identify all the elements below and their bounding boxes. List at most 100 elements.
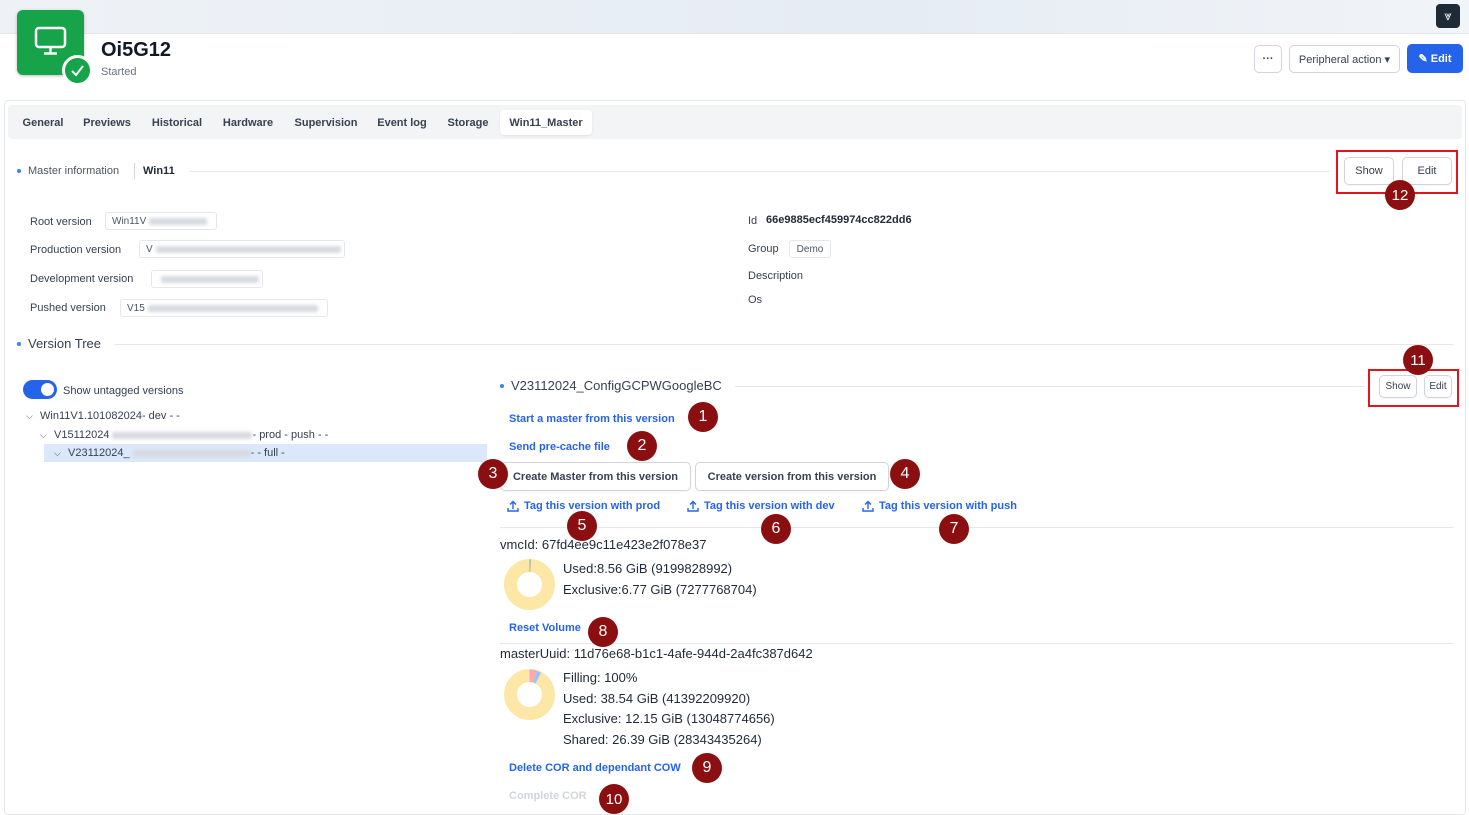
tag-dev-link[interactable]: Tag this version with dev [687, 500, 835, 512]
vmc-used: Used:8.56 GiB (9199828992) [563, 561, 733, 576]
tab-general[interactable]: General [14, 110, 72, 135]
version-title: V23112024_ConfigGCPWGoogleBC [511, 378, 722, 393]
annotation-marker: 8 [588, 617, 618, 647]
group-chip: Demo [789, 240, 831, 258]
id-label: Id [748, 215, 758, 227]
production-version-label: Production version [30, 244, 122, 256]
edit-vm-button[interactable]: ✎ Edit [1407, 44, 1463, 73]
tag-push-link[interactable]: Tag this version with push [862, 500, 1017, 512]
annotation-marker: 1 [688, 402, 718, 432]
development-version-chip [151, 270, 263, 288]
production-version-value: V [146, 243, 153, 255]
master-used: Used: 38.54 GiB (41392209920) [563, 691, 751, 706]
tree-node-name: Win11V1.101082024 [40, 410, 142, 422]
section-bullet [17, 342, 21, 346]
upload-icon [507, 500, 519, 512]
pushed-version-chip: V15 [120, 299, 328, 317]
tree-node-tags: - - full - [250, 447, 285, 459]
peripheral-action-dropdown[interactable]: Peripheral action ▾ [1289, 45, 1400, 73]
annotation-marker: 12 [1385, 180, 1415, 210]
vm-name: Oi5G12 [101, 39, 172, 61]
master-exclusive: Exclusive: 12.15 GiB (13048774656) [563, 711, 775, 726]
tree-node-name: V23112024_ [68, 447, 130, 459]
pushed-version-label: Pushed version [30, 302, 106, 314]
tag-dev-label: Tag this version with dev [704, 500, 835, 512]
divider [500, 527, 1453, 528]
root-version-value: Win11V [112, 215, 147, 227]
tab-supervision[interactable]: Supervision [287, 110, 365, 135]
annotation-marker: 11 [1403, 345, 1433, 375]
chevron-down-icon[interactable]: ⌵ [40, 430, 54, 441]
group-label: Group [748, 243, 779, 255]
tag-push-label: Tag this version with push [879, 500, 1017, 512]
tag-prod-label: Tag this version with prod [524, 500, 661, 512]
vm-status: Started [101, 66, 137, 78]
annotation-marker: 3 [478, 459, 508, 489]
section-line [735, 386, 1365, 387]
create-version-button[interactable]: Create version from this version [695, 462, 889, 491]
annotation-marker: 6 [761, 514, 791, 544]
top-banner [0, 0, 1469, 34]
annotation-marker: 10 [599, 784, 629, 814]
reset-volume-link[interactable]: Reset Volume [509, 622, 581, 634]
annotation-marker: 7 [939, 514, 969, 544]
tab-win11-master[interactable]: Win11_Master [500, 110, 592, 135]
redacted-text [112, 431, 253, 439]
vmcid-line: vmcId: 67fd4ee9c11e423e2f078e37 [500, 537, 707, 552]
tree-node-tags: - dev - - [141, 410, 180, 422]
start-master-link[interactable]: Start a master from this version [509, 413, 675, 425]
root-version-chip: Win11V [105, 212, 217, 230]
os-label: Os [748, 294, 763, 306]
tree-node[interactable]: ⌵ Win11V1.101082024 - dev - - [26, 409, 180, 423]
development-version-label: Development version [30, 273, 134, 285]
version-tree-label: Version Tree [28, 336, 101, 351]
divider [134, 163, 135, 179]
description-label: Description [748, 270, 804, 282]
chevron-down-icon[interactable]: ⌵ [54, 448, 68, 459]
divider [500, 643, 1453, 644]
delete-cor-link[interactable]: Delete COR and dependant COW [509, 762, 681, 774]
annotation-marker: 4 [890, 459, 920, 489]
section-line [190, 171, 1330, 172]
tree-node-name: V15112024 [54, 429, 110, 441]
section-bullet [17, 169, 21, 173]
show-untagged-toggle[interactable] [23, 380, 57, 399]
tree-node-selected[interactable]: ⌵ V23112024_ - - full - [54, 446, 285, 460]
vmc-exclusive: Exclusive:6.77 GiB (7277768704) [563, 582, 757, 597]
upload-icon [862, 500, 874, 512]
id-value: 66e9885ecf459974cc822dd6 [766, 214, 912, 226]
more-actions-button[interactable]: ··· [1254, 45, 1282, 73]
production-version-chip: V [139, 240, 345, 258]
send-precache-link[interactable]: Send pre-cache file [509, 441, 610, 453]
monitor-icon [34, 26, 67, 55]
section-bullet [500, 384, 504, 388]
annotation-marker: 5 [567, 511, 597, 541]
tree-node-tags: - prod - push - - [252, 429, 329, 441]
highlight-box [1368, 369, 1459, 407]
complete-cor-link: Complete COR [509, 790, 587, 802]
annotation-marker: 2 [627, 431, 657, 461]
show-untagged-label: Show untagged versions [63, 385, 184, 397]
master-name: Win11 [143, 165, 175, 177]
annotation-marker: 9 [692, 753, 722, 783]
create-master-button[interactable]: Create Master from this version [500, 462, 691, 491]
tab-event-log[interactable]: Event log [370, 110, 434, 135]
started-check-icon [62, 55, 93, 86]
tab-historical[interactable]: Historical [144, 110, 210, 135]
tab-previews[interactable]: Previews [76, 110, 138, 135]
root-version-label: Root version [30, 216, 92, 228]
master-uuid-line: masterUuid: 11d76e68-b1c1-4afe-944d-2a4f… [500, 646, 813, 661]
vmc-usage-donut [504, 559, 555, 610]
tree-node[interactable]: ⌵ V15112024 - prod - push - - [40, 428, 328, 442]
master-usage-donut [504, 669, 555, 720]
tab-storage[interactable]: Storage [440, 110, 496, 135]
app-logo-icon[interactable]: ⩔ [1436, 4, 1460, 28]
redacted-text [132, 449, 251, 457]
section-line [115, 344, 1453, 345]
master-filling: Filling: 100% [563, 670, 638, 685]
tab-hardware[interactable]: Hardware [215, 110, 281, 135]
master-info-label: Master information [28, 165, 120, 177]
upload-icon [687, 500, 699, 512]
chevron-down-icon[interactable]: ⌵ [26, 411, 40, 422]
pushed-version-value: V15 [127, 302, 145, 314]
